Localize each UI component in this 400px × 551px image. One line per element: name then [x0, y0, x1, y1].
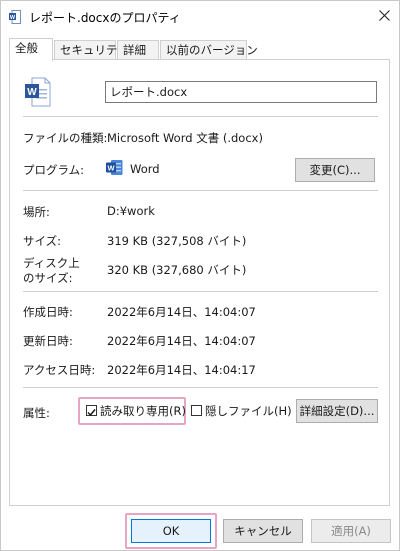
location-label: 場所:	[23, 205, 50, 219]
separator	[23, 387, 378, 388]
change-program-button[interactable]: 変更(C)...	[295, 158, 375, 182]
tab-general[interactable]: 全般	[9, 38, 53, 61]
svg-text:W: W	[27, 87, 37, 98]
readonly-checkbox[interactable]	[86, 405, 97, 417]
close-button[interactable]	[369, 1, 399, 33]
tab-security[interactable]: セキュリティ	[54, 40, 128, 60]
advanced-attributes-button[interactable]: 詳細設定(D)...	[296, 399, 378, 423]
attributes-label: 属性:	[23, 406, 50, 420]
svg-text:W: W	[107, 164, 115, 173]
properties-window: W レポート.docxのプロパティ 全般 セキュリティ 詳細 以前のバージョン …	[0, 0, 400, 551]
window-title: レポート.docxのプロパティ	[29, 11, 181, 25]
tab-general-label: 全般	[15, 41, 38, 55]
hidden-checkbox[interactable]	[191, 405, 202, 416]
svg-text:W: W	[10, 15, 16, 21]
program-label: プログラム:	[23, 163, 85, 177]
accessed-label: アクセス日時:	[23, 363, 96, 377]
hidden-label[interactable]: 隠しファイル(H)	[205, 403, 292, 419]
accessed-value: 2022年6月14日、14:04:17	[107, 363, 256, 377]
tab-details-label: 詳細	[123, 43, 146, 57]
cancel-button[interactable]: キャンセル	[223, 519, 303, 543]
separator	[23, 190, 378, 191]
size-label: サイズ:	[23, 234, 62, 248]
modified-value: 2022年6月14日、14:04:07	[107, 334, 256, 348]
created-label: 作成日時:	[23, 305, 73, 319]
size-on-disk-label-line1: ディスク上	[23, 256, 80, 270]
tab-previous-versions[interactable]: 以前のバージョン	[160, 40, 258, 60]
tab-previous-versions-label: 以前のバージョン	[166, 43, 258, 57]
separator	[23, 116, 378, 117]
modified-label: 更新日時:	[23, 334, 73, 348]
program-value: Word	[130, 162, 160, 176]
word-app-icon: W	[106, 159, 123, 179]
ok-button[interactable]: OK	[131, 519, 211, 543]
close-icon	[378, 10, 390, 24]
separator	[23, 291, 378, 292]
size-on-disk-value: 320 KB (327,680 バイト)	[107, 263, 247, 277]
created-value: 2022年6月14日、14:04:07	[107, 305, 256, 319]
word-doc-icon: W	[9, 10, 21, 24]
location-value: D:¥work	[107, 204, 155, 218]
word-file-icon: W	[25, 77, 51, 110]
file-type-label: ファイルの種類:	[23, 131, 108, 145]
apply-button[interactable]: 適用(A)	[311, 519, 391, 543]
title-bar: W レポート.docxのプロパティ	[1, 1, 399, 33]
checkmark-icon	[87, 406, 96, 420]
readonly-label[interactable]: 読み取り専用(R)	[100, 403, 186, 419]
file-type-value: Microsoft Word 文書 (.docx)	[107, 131, 263, 145]
file-name-field[interactable]: レポート.docx	[105, 81, 377, 103]
size-value: 319 KB (327,508 バイト)	[107, 234, 247, 248]
size-on-disk-label-line2: のサイズ:	[23, 271, 73, 285]
tab-strip: 全般 セキュリティ 詳細 以前のバージョン	[1, 38, 399, 61]
tab-details[interactable]: 詳細	[117, 40, 159, 60]
